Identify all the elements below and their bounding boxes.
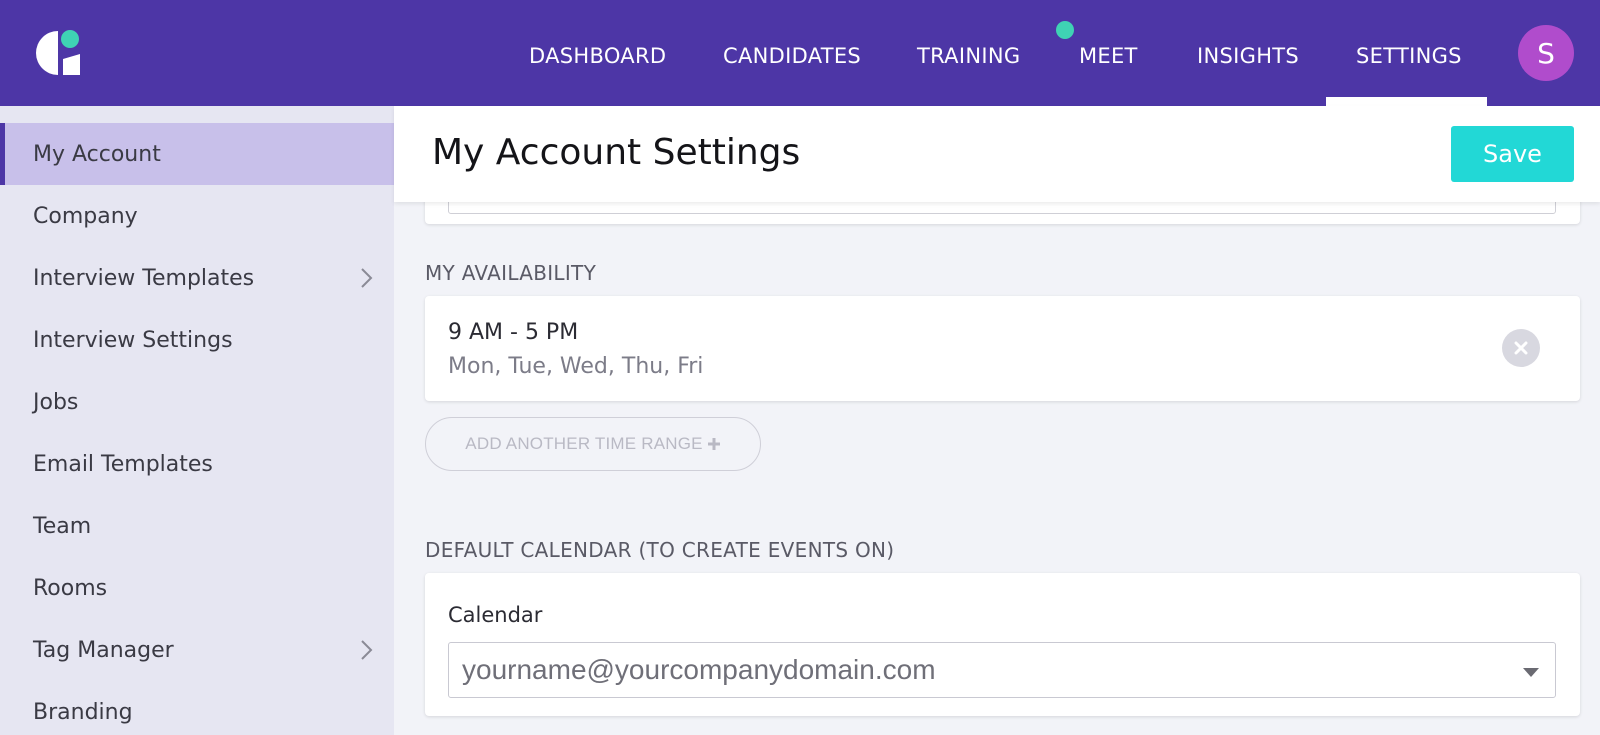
sidebar-item-team[interactable]: Team <box>0 495 394 557</box>
active-nav-indicator <box>1326 97 1487 106</box>
page-header: My Account Settings Save <box>394 106 1600 202</box>
calendar-field-label: Calendar <box>448 603 543 627</box>
sidebar-item-rooms[interactable]: Rooms <box>0 557 394 619</box>
nav-settings[interactable]: SETTINGS <box>1356 44 1462 68</box>
availability-range-card[interactable]: 9 AM - 5 PM Mon, Tue, Wed, Thu, Fri <box>425 296 1580 401</box>
availability-section-label: MY AVAILABILITY <box>425 261 597 285</box>
sidebar-item-label: Email Templates <box>33 451 213 477</box>
chevron-right-icon <box>361 268 373 288</box>
sidebar-item-label: Interview Settings <box>33 327 233 353</box>
top-nav-bar: DASHBOARD CANDIDATES TRAINING MEET INSIG… <box>0 0 1600 106</box>
app-logo-icon[interactable] <box>32 28 82 78</box>
sidebar-item-branding[interactable]: Branding <box>0 681 394 735</box>
nav-dashboard[interactable]: DASHBOARD <box>529 44 666 68</box>
page-title: My Account Settings <box>432 132 801 173</box>
sidebar-item-company[interactable]: Company <box>0 185 394 247</box>
sidebar-item-label: Branding <box>33 699 133 725</box>
availability-time: 9 AM - 5 PM <box>448 320 579 345</box>
sidebar-item-label: Tag Manager <box>33 637 174 663</box>
sidebar-item-label: Rooms <box>33 575 108 601</box>
sidebar-item-label: My Account <box>33 141 161 167</box>
nav-candidates[interactable]: CANDIDATES <box>723 44 861 68</box>
settings-sidebar: My Account Company Interview Templates I… <box>0 106 394 735</box>
add-time-range-button[interactable]: ADD ANOTHER TIME RANGE <box>425 417 761 471</box>
calendar-selected-value: yourname@yourcompanydomain.com <box>462 654 936 685</box>
meet-notification-dot <box>1056 21 1074 39</box>
calendar-section-label: DEFAULT CALENDAR (TO CREATE EVENTS ON) <box>425 538 895 562</box>
sidebar-item-interview-templates[interactable]: Interview Templates <box>0 247 394 309</box>
add-time-range-label: ADD ANOTHER TIME RANGE <box>465 434 703 453</box>
sidebar-item-interview-settings[interactable]: Interview Settings <box>0 309 394 371</box>
close-icon <box>1514 341 1528 355</box>
calendar-card: Calendar yourname@yourcompanydomain.com <box>425 573 1580 716</box>
caret-down-icon <box>1523 668 1539 677</box>
sidebar-item-label: Company <box>33 203 138 229</box>
plus-icon <box>707 438 720 450</box>
availability-days: Mon, Tue, Wed, Thu, Fri <box>448 354 704 379</box>
sidebar-item-label: Jobs <box>33 389 79 415</box>
sidebar-item-label: Team <box>33 513 92 539</box>
sidebar-item-tag-manager[interactable]: Tag Manager <box>0 619 394 681</box>
user-avatar[interactable]: S <box>1518 25 1574 81</box>
sidebar-item-label: Interview Templates <box>33 265 255 291</box>
sidebar-item-email-templates[interactable]: Email Templates <box>0 433 394 495</box>
sidebar-item-jobs[interactable]: Jobs <box>0 371 394 433</box>
nav-insights[interactable]: INSIGHTS <box>1197 44 1299 68</box>
nav-meet[interactable]: MEET <box>1079 44 1138 68</box>
save-button[interactable]: Save <box>1451 126 1574 182</box>
remove-range-button[interactable] <box>1502 329 1540 367</box>
avatar-initial: S <box>1537 36 1555 70</box>
chevron-right-icon <box>361 640 373 660</box>
calendar-select[interactable]: yourname@yourcompanydomain.com <box>448 642 1556 698</box>
sidebar-item-my-account[interactable]: My Account <box>0 123 394 185</box>
nav-training[interactable]: TRAINING <box>917 44 1020 68</box>
